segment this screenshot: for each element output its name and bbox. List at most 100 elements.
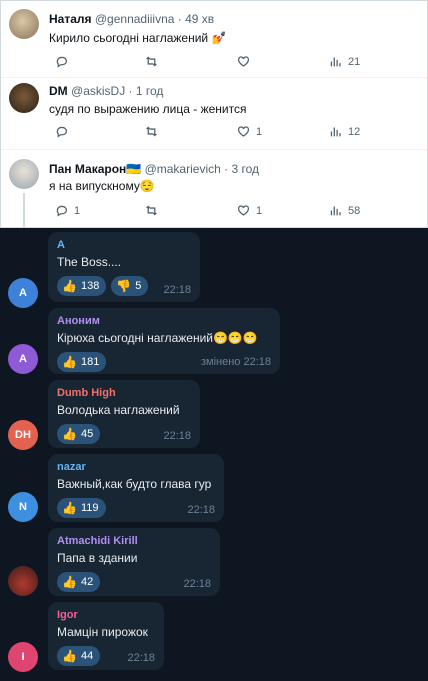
reaction-thumbs-up[interactable]: 👍 138 bbox=[57, 276, 107, 296]
like-count: 1 bbox=[256, 204, 263, 217]
message-bubble[interactable]: Igor Мамцін пирожок 👍 44 22:18 bbox=[48, 602, 164, 670]
views-icon bbox=[330, 206, 341, 216]
thread-line bbox=[23, 193, 25, 227]
tweet-time[interactable]: · 1 год bbox=[129, 84, 164, 98]
author-name[interactable]: Наталя bbox=[49, 12, 92, 26]
reaction-count: 42 bbox=[80, 576, 94, 588]
reaction-count: 138 bbox=[80, 280, 100, 292]
tweet-actions: 1 12 bbox=[49, 125, 409, 141]
message-text: Кірюха сьогодні наглажений😁😁😁 bbox=[57, 331, 258, 345]
thumbs-up-icon: 👍 bbox=[62, 649, 77, 663]
author-handle[interactable]: @makarievich bbox=[145, 162, 221, 176]
sender-name[interactable]: Аноним bbox=[57, 314, 271, 328]
views-count: 12 bbox=[348, 125, 361, 138]
retweet-icon bbox=[146, 126, 157, 137]
thumbs-up-icon: 👍 bbox=[62, 355, 77, 369]
avatar[interactable] bbox=[9, 83, 39, 113]
tweet-3[interactable]: Пан Макарон🇺🇦 @makarievich · 3 год я на … bbox=[1, 149, 427, 227]
retweet-icon bbox=[146, 56, 157, 67]
reply-icon bbox=[56, 56, 68, 68]
reaction-thumbs-up[interactable]: 👍 42 bbox=[57, 572, 101, 592]
reaction-count: 45 bbox=[80, 428, 94, 440]
twitter-replies-panel: Наталя @gennadiiivna · 49 хв Кирило сьог… bbox=[0, 0, 428, 228]
message-bubble[interactable]: nazar Важный,как будто глава гур 👍 119 22… bbox=[48, 454, 224, 522]
message-bubble[interactable]: Аноним Кірюха сьогодні наглажений😁😁😁 👍 18… bbox=[48, 308, 280, 374]
message-time: 22:18 bbox=[187, 504, 215, 516]
reaction-thumbs-up[interactable]: 👍 181 bbox=[57, 352, 107, 372]
message-text: Важный,как будто глава гур bbox=[57, 477, 212, 491]
tweet-header: DM @askisDJ · 1 год bbox=[49, 84, 163, 98]
views-icon bbox=[330, 127, 341, 137]
message-text: Папа в здании bbox=[57, 551, 138, 565]
reaction-count: 44 bbox=[80, 650, 94, 662]
message-time: 22:18 bbox=[127, 652, 155, 664]
avatar[interactable] bbox=[8, 566, 38, 596]
avatar[interactable]: I bbox=[8, 642, 38, 672]
avatar[interactable]: A bbox=[8, 344, 38, 374]
like-button[interactable]: 1 bbox=[237, 125, 262, 138]
chat-message[interactable]: A Аноним Кірюха сьогодні наглажений😁😁😁 👍… bbox=[0, 308, 428, 378]
tweet-2[interactable]: DM @askisDJ · 1 год судя по выражению ли… bbox=[1, 77, 427, 150]
views-button[interactable]: 58 bbox=[329, 204, 360, 217]
tweet-text: я на випускному😌 bbox=[49, 179, 155, 193]
sender-name[interactable]: A bbox=[57, 238, 191, 252]
reaction-count: 5 bbox=[135, 280, 142, 292]
chat-message[interactable]: Atmachidi Kirill Папа в здании 👍 42 22:18 bbox=[0, 528, 428, 598]
message-bubble[interactable]: A The Boss.... 👍 138 👎 5 22:18 bbox=[48, 232, 200, 302]
message-time: змінено 22:18 bbox=[200, 356, 271, 368]
message-time: 22:18 bbox=[183, 578, 211, 590]
chat-message[interactable]: N nazar Важный,как будто глава гур 👍 119 … bbox=[0, 454, 428, 524]
message-bubble[interactable]: Dumb High Володька наглажений 👍 45 22:18 bbox=[48, 380, 200, 448]
heart-icon bbox=[237, 56, 250, 67]
reply-icon bbox=[56, 205, 68, 217]
retweet-icon bbox=[146, 205, 157, 216]
sender-name[interactable]: Igor bbox=[57, 608, 155, 622]
tweet-time[interactable]: · 49 хв bbox=[178, 12, 214, 26]
retweet-button[interactable] bbox=[145, 125, 158, 138]
chat-message[interactable]: A A The Boss.... 👍 138 👎 5 22:18 bbox=[0, 232, 428, 308]
message-text: Володька наглажений bbox=[57, 403, 180, 417]
thumbs-up-icon: 👍 bbox=[62, 279, 77, 293]
reaction-thumbs-up[interactable]: 👍 119 bbox=[57, 498, 106, 518]
reply-button[interactable] bbox=[55, 55, 68, 68]
message-time: 22:18 bbox=[163, 430, 191, 442]
avatar[interactable]: N bbox=[8, 492, 38, 522]
sender-name[interactable]: Dumb High bbox=[57, 386, 191, 400]
views-count: 58 bbox=[348, 204, 361, 217]
retweet-button[interactable] bbox=[145, 55, 158, 68]
tweet-1[interactable]: Наталя @gennadiiivna · 49 хв Кирило сьог… bbox=[1, 1, 427, 78]
views-icon bbox=[330, 57, 341, 67]
chat-message[interactable]: I Igor Мамцін пирожок 👍 44 22:18 bbox=[0, 602, 428, 674]
tweet-text: судя по выражению лица - женится bbox=[49, 102, 247, 116]
reaction-thumbs-down[interactable]: 👎 5 bbox=[111, 276, 149, 296]
author-handle[interactable]: @askisDJ bbox=[71, 84, 125, 98]
views-button[interactable]: 21 bbox=[329, 55, 360, 68]
sender-name[interactable]: nazar bbox=[57, 460, 215, 474]
author-name[interactable]: Пан Макарон🇺🇦 bbox=[49, 162, 141, 176]
tweet-text: Кирило сьогодні наглажений 💅 bbox=[49, 31, 227, 45]
chat-message[interactable]: DH Dumb High Володька наглажений 👍 45 22:… bbox=[0, 380, 428, 450]
avatar[interactable] bbox=[9, 159, 39, 189]
views-button[interactable]: 12 bbox=[329, 125, 360, 138]
author-name[interactable]: DM bbox=[49, 84, 68, 98]
heart-icon bbox=[237, 205, 250, 216]
reply-button[interactable] bbox=[55, 125, 68, 138]
sender-name[interactable]: Atmachidi Kirill bbox=[57, 534, 211, 548]
reaction-thumbs-up[interactable]: 👍 45 bbox=[57, 424, 101, 444]
avatar[interactable]: DH bbox=[8, 420, 38, 450]
like-button[interactable] bbox=[237, 55, 256, 68]
views-count: 21 bbox=[348, 55, 361, 68]
message-bubble[interactable]: Atmachidi Kirill Папа в здании 👍 42 22:18 bbox=[48, 528, 220, 596]
telegram-chat: A A The Boss.... 👍 138 👎 5 22:18 A Аноним … bbox=[0, 228, 428, 681]
heart-icon bbox=[237, 126, 250, 137]
avatar[interactable] bbox=[9, 9, 39, 39]
avatar[interactable]: A bbox=[8, 278, 38, 308]
like-count: 1 bbox=[256, 125, 263, 138]
message-text: The Boss.... bbox=[57, 255, 122, 269]
reaction-thumbs-up[interactable]: 👍 44 bbox=[57, 646, 101, 666]
like-button[interactable]: 1 bbox=[237, 204, 262, 217]
reply-button[interactable]: 1 bbox=[55, 204, 80, 217]
author-handle[interactable]: @gennadiiivna bbox=[95, 12, 175, 26]
retweet-button[interactable] bbox=[145, 204, 158, 217]
tweet-time[interactable]: · 3 год bbox=[224, 162, 259, 176]
